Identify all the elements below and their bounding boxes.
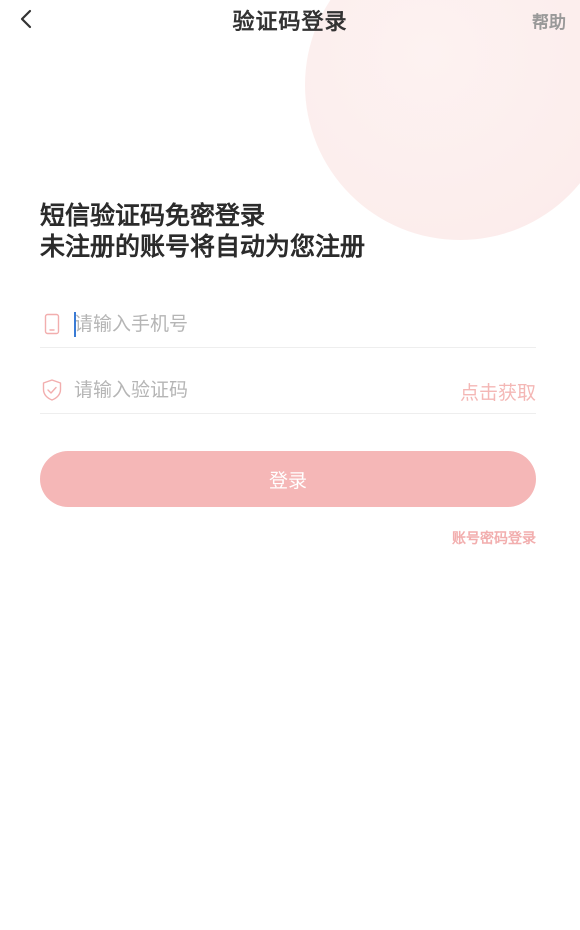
text-cursor	[74, 312, 76, 337]
headline-line-2: 未注册的账号将自动为您注册	[40, 232, 366, 261]
phone-field	[40, 301, 536, 348]
shield-check-icon	[40, 378, 64, 402]
code-field: 点击获取	[40, 367, 536, 414]
login-screen: 验证码登录 帮助 短信验证码免密登录 未注册的账号将自动为您注册 点击获取 登录…	[0, 0, 580, 930]
page-title: 验证码登录	[232, 10, 348, 35]
password-login-link[interactable]: 账号密码登录	[452, 528, 536, 548]
help-button[interactable]: 帮助	[532, 8, 566, 33]
headline-line-1: 短信验证码免密登录	[40, 201, 266, 230]
get-code-button[interactable]: 点击获取	[460, 378, 536, 405]
phone-icon	[40, 312, 64, 336]
login-button[interactable]: 登录	[40, 451, 536, 507]
phone-input[interactable]	[74, 309, 454, 339]
headline: 短信验证码免密登录 未注册的账号将自动为您注册	[40, 200, 365, 262]
nav-bar: 验证码登录 帮助	[0, 0, 580, 40]
verification-code-input[interactable]	[74, 375, 454, 405]
